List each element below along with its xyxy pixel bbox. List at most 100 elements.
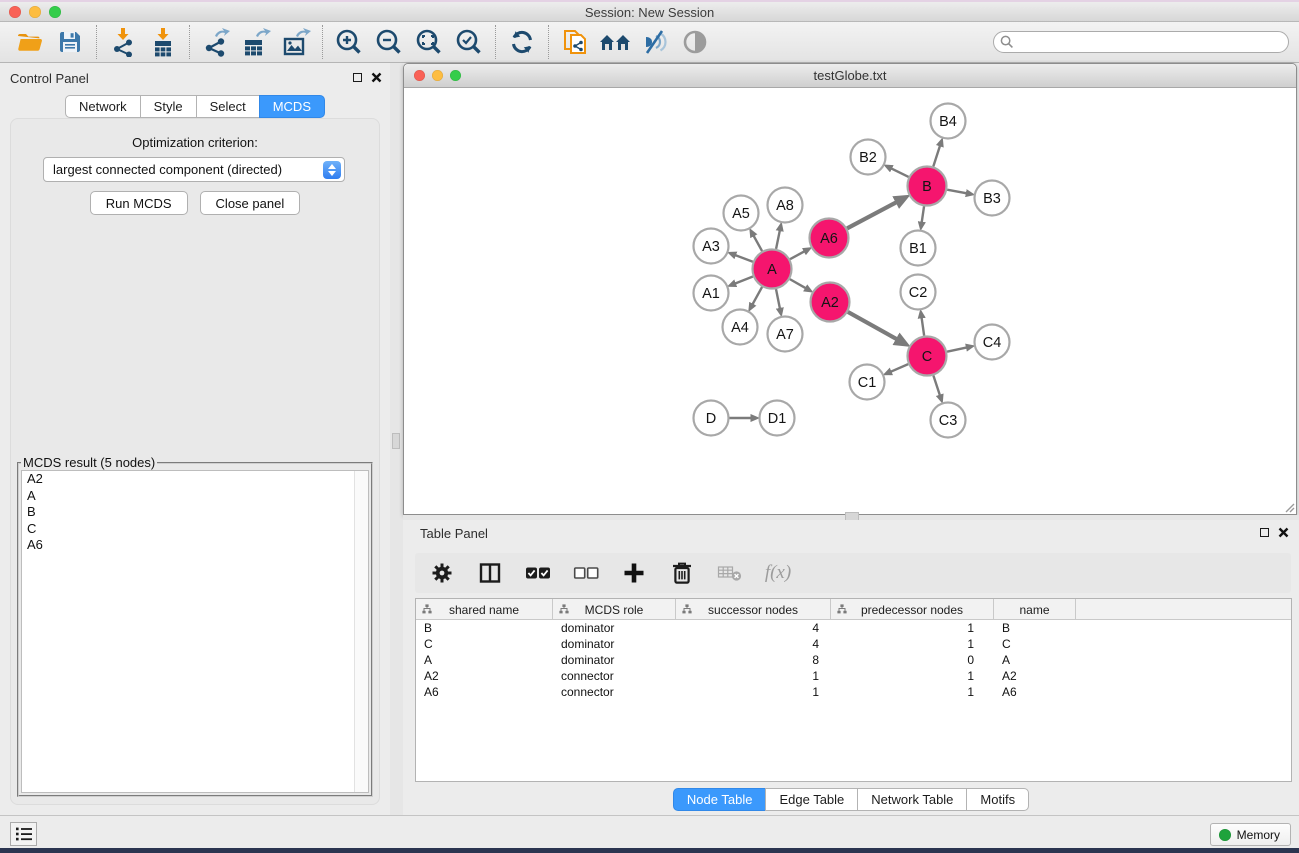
tab-style[interactable]: Style xyxy=(140,95,197,118)
task-history-button[interactable] xyxy=(10,822,37,846)
graph-node-A7[interactable]: A7 xyxy=(768,317,803,352)
run-mcds-button[interactable]: Run MCDS xyxy=(90,191,188,215)
table-row[interactable]: Bdominator41B xyxy=(416,620,1291,636)
delete-table-button-disabled[interactable] xyxy=(715,558,745,588)
delete-column-button[interactable] xyxy=(667,558,697,588)
mcds-result-item[interactable]: A2 xyxy=(22,471,368,488)
show-columns-button[interactable] xyxy=(475,558,505,588)
table-row[interactable]: Adominator80A xyxy=(416,652,1291,668)
graph-node-A[interactable]: A xyxy=(753,250,792,289)
graph-node-B1[interactable]: B1 xyxy=(901,231,936,266)
zoom-fit-button[interactable] xyxy=(409,24,449,60)
graph-edge-A-A4[interactable] xyxy=(752,287,762,305)
graph-edge-B-B1[interactable] xyxy=(922,206,924,222)
table-settings-button[interactable] xyxy=(427,558,457,588)
graph-node-B4[interactable]: B4 xyxy=(931,104,966,139)
graph-node-C[interactable]: C xyxy=(908,337,947,376)
graph-edge-A-A5[interactable] xyxy=(753,235,762,251)
clone-network-button[interactable] xyxy=(555,24,595,60)
show-all-button[interactable] xyxy=(675,24,715,60)
network-canvas[interactable]: B4B2BB3A8A5A6A3B1AC2A1A2A4A7C4CC1DD1C3 xyxy=(404,88,1296,514)
graph-node-A2[interactable]: A2 xyxy=(811,283,850,322)
hide-selected-button[interactable] xyxy=(635,24,675,60)
column-header-successor-nodes[interactable]: successor nodes xyxy=(676,599,831,620)
table-row[interactable]: A2connector11A2 xyxy=(416,668,1291,684)
column-header-name[interactable]: name xyxy=(994,599,1076,620)
tab-network[interactable]: Network xyxy=(65,95,141,118)
open-file-button[interactable] xyxy=(10,24,50,60)
graph-edge-A-A3[interactable] xyxy=(735,255,753,262)
graph-node-A3[interactable]: A3 xyxy=(694,229,729,264)
graph-edge-A2-C[interactable] xyxy=(848,312,898,340)
close-panel-button[interactable]: Close panel xyxy=(200,191,301,215)
memory-button[interactable]: Memory xyxy=(1210,823,1291,846)
graph-node-B3[interactable]: B3 xyxy=(975,181,1010,216)
graph-edge-A-A8[interactable] xyxy=(776,230,780,249)
mcds-result-item[interactable]: C xyxy=(22,521,368,538)
zoom-selected-button[interactable] xyxy=(449,24,489,60)
resize-grip-icon[interactable] xyxy=(1283,501,1295,513)
graph-edge-B-B2[interactable] xyxy=(891,168,909,177)
search-input[interactable] xyxy=(993,31,1289,53)
graph-edge-A-A2[interactable] xyxy=(790,279,806,288)
graph-edge-A-A7[interactable] xyxy=(776,289,780,309)
graph-edge-B-B4[interactable] xyxy=(933,145,940,166)
network-graph[interactable]: B4B2BB3A8A5A6A3B1AC2A1A2A4A7C4CC1DD1C3 xyxy=(404,88,1296,514)
import-network-button[interactable] xyxy=(103,24,143,60)
graph-edge-A6-B[interactable] xyxy=(847,202,897,229)
close-table-panel-icon[interactable] xyxy=(1278,527,1289,538)
table-row[interactable]: A6connector11A6 xyxy=(416,684,1291,700)
export-table-button[interactable] xyxy=(236,24,276,60)
first-neighbors-button[interactable] xyxy=(595,24,635,60)
graph-node-C1[interactable]: C1 xyxy=(850,365,885,400)
graph-node-B2[interactable]: B2 xyxy=(851,140,886,175)
zoom-out-button[interactable] xyxy=(369,24,409,60)
column-header-MCDS-role[interactable]: MCDS role xyxy=(553,599,676,620)
table-tab-edge-table[interactable]: Edge Table xyxy=(765,788,858,811)
create-column-button[interactable] xyxy=(619,558,649,588)
graph-node-D1[interactable]: D1 xyxy=(760,401,795,436)
function-builder-button-disabled[interactable]: f(x) xyxy=(763,558,793,588)
vertical-splitter-handle[interactable] xyxy=(392,433,400,449)
close-panel-icon[interactable] xyxy=(371,72,382,83)
export-image-button[interactable] xyxy=(276,24,316,60)
save-session-button[interactable] xyxy=(50,24,90,60)
graph-edge-C-C2[interactable] xyxy=(922,317,925,335)
network-window-titlebar[interactable]: testGlobe.txt xyxy=(404,64,1296,88)
graph-node-D[interactable]: D xyxy=(694,401,729,436)
graph-node-B[interactable]: B xyxy=(908,167,947,206)
graph-node-A1[interactable]: A1 xyxy=(694,276,729,311)
tab-mcds[interactable]: MCDS xyxy=(259,95,325,118)
graph-edge-A-A1[interactable] xyxy=(735,277,753,284)
graph-edge-C-C3[interactable] xyxy=(933,375,940,395)
table-tab-motifs[interactable]: Motifs xyxy=(966,788,1029,811)
graph-node-A8[interactable]: A8 xyxy=(768,188,803,223)
graph-node-C2[interactable]: C2 xyxy=(901,275,936,310)
criterion-select[interactable]: largest connected component (directed) xyxy=(43,157,345,182)
select-all-columns-button[interactable] xyxy=(523,558,553,588)
column-header-shared-name[interactable]: shared name xyxy=(416,599,553,620)
graph-node-C3[interactable]: C3 xyxy=(931,403,966,438)
tab-select[interactable]: Select xyxy=(196,95,260,118)
table-row[interactable]: Cdominator41C xyxy=(416,636,1291,652)
table-tab-network-table[interactable]: Network Table xyxy=(857,788,967,811)
vertical-splitter[interactable] xyxy=(390,63,403,815)
import-table-button[interactable] xyxy=(143,24,183,60)
float-table-panel-icon[interactable] xyxy=(1260,528,1269,537)
graph-node-A4[interactable]: A4 xyxy=(723,310,758,345)
zoom-in-button[interactable] xyxy=(329,24,369,60)
export-network-button[interactable] xyxy=(196,24,236,60)
graph-edge-C-C4[interactable] xyxy=(947,347,967,351)
mcds-result-item[interactable]: A6 xyxy=(22,537,368,554)
graph-node-C4[interactable]: C4 xyxy=(975,325,1010,360)
float-panel-icon[interactable] xyxy=(353,73,362,82)
graph-edge-A-A6[interactable] xyxy=(790,251,805,259)
result-scrollbar[interactable] xyxy=(354,471,368,792)
column-header-predecessor-nodes[interactable]: predecessor nodes xyxy=(831,599,994,620)
graph-edge-B-B3[interactable] xyxy=(947,190,967,194)
mcds-result-item[interactable]: A xyxy=(22,488,368,505)
mcds-result-item[interactable]: B xyxy=(22,504,368,521)
graph-edge-C-C1[interactable] xyxy=(891,364,909,372)
apply-layout-button[interactable] xyxy=(502,24,542,60)
deselect-all-columns-button[interactable] xyxy=(571,558,601,588)
